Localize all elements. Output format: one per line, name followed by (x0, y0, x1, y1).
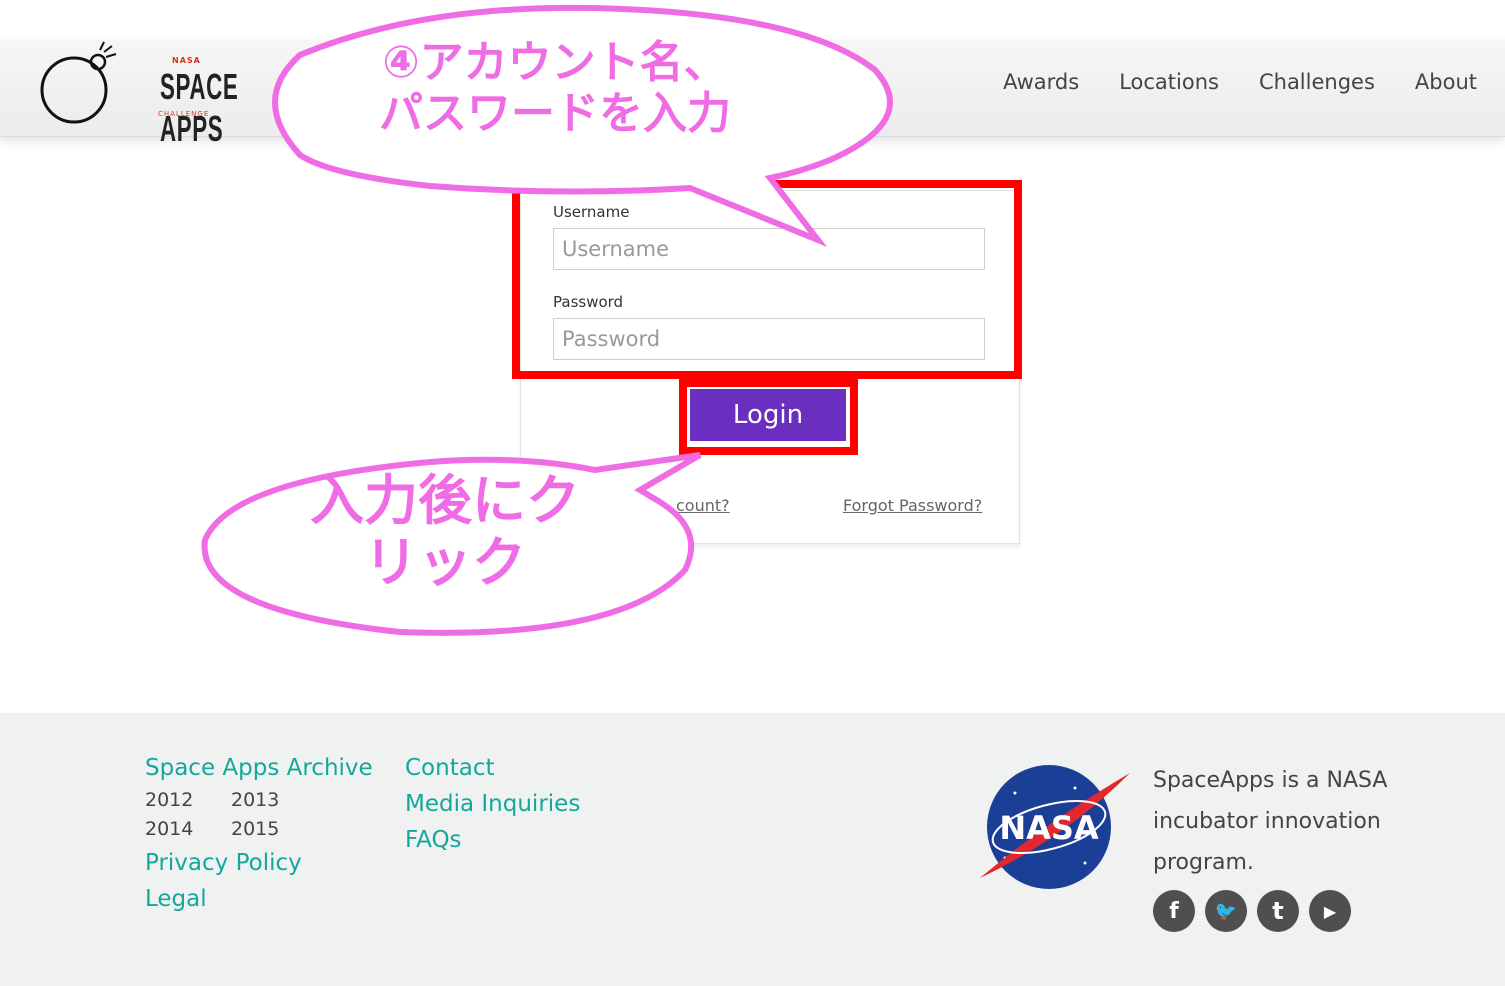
nav-locations[interactable]: Locations (1119, 70, 1219, 94)
bottom-callout-text: 入力後にク リック (310, 469, 580, 595)
logo-subtitle: CHALLENGE (158, 110, 210, 118)
main-nav: Awards Locations Challenges About (1003, 70, 1477, 94)
username-input[interactable] (553, 228, 985, 270)
svg-text:NASA: NASA (999, 809, 1099, 847)
nasa-logo-icon[interactable]: NASA (975, 763, 1135, 893)
logo-nasa-text: NASA (172, 56, 201, 65)
year-2013-link[interactable]: 2013 (231, 789, 279, 811)
space-apps-logo[interactable]: NASA SPACE APPS CHALLENGE (38, 40, 268, 149)
contact-link[interactable]: Contact (405, 755, 494, 781)
year-2015-link[interactable]: 2015 (231, 818, 279, 840)
year-2012-link[interactable]: 2012 (145, 789, 193, 811)
nav-about[interactable]: About (1415, 70, 1477, 94)
year-2014-link[interactable]: 2014 (145, 818, 193, 840)
username-label: Username (553, 203, 630, 221)
password-label: Password (553, 293, 624, 311)
logo-circle-icon (40, 41, 117, 124)
password-input[interactable] (553, 318, 985, 360)
media-inquiries-link[interactable]: Media Inquiries (405, 791, 580, 817)
tumblr-icon[interactable]: t (1257, 890, 1299, 932)
footer-description: SpaceApps is a NASA incubator innovation… (1153, 768, 1388, 875)
facebook-icon[interactable]: f (1153, 890, 1195, 932)
faqs-link[interactable]: FAQs (405, 827, 462, 853)
logo-title: SPACE APPS (160, 66, 239, 149)
privacy-policy-link[interactable]: Privacy Policy (145, 850, 302, 876)
forgot-password-link[interactable]: Forgot Password? (843, 496, 982, 515)
nav-awards[interactable]: Awards (1003, 70, 1079, 94)
archive-link[interactable]: Space Apps Archive (145, 755, 373, 781)
youtube-icon[interactable]: ▶ (1309, 890, 1351, 932)
create-account-link[interactable]: count? (676, 496, 730, 515)
legal-link[interactable]: Legal (145, 886, 207, 912)
login-button[interactable]: Login (690, 389, 846, 441)
twitter-icon[interactable]: 🐦 (1205, 890, 1247, 932)
nav-challenges[interactable]: Challenges (1259, 70, 1375, 94)
top-callout-text: ④アカウント名、 パスワードを入力 (379, 37, 731, 139)
